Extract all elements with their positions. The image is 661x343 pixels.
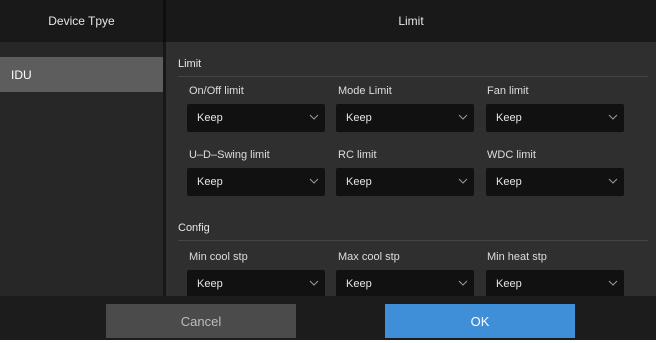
header-bar: Device Tpye Limit [0,0,656,42]
device-type-header: Device Tpye [48,14,115,28]
max-cool-stp-label: Max cool stp [338,251,400,263]
on-off-limit-label: On/Off limit [189,85,244,97]
section-title-config: Config [178,222,210,234]
rc-limit-label: RC limit [338,149,377,161]
chevron-down-icon [608,178,618,184]
settings-panel: Limit On/Off limit Keep Mode Limit Keep … [166,42,656,296]
max-cool-stp-select[interactable]: Keep [336,270,474,296]
limit-config-dialog: Device Tpye Limit IDU Limit On/Off limit… [0,0,656,340]
section-title-limit: Limit [178,58,202,70]
chevron-down-icon [458,178,468,184]
ok-button[interactable]: OK [385,304,575,338]
select-value: Keep [496,176,522,188]
wdc-limit-label: WDC limit [487,149,536,161]
chevron-down-icon [608,114,618,120]
chevron-down-icon [309,280,319,286]
min-cool-stp-select[interactable]: Keep [187,270,325,296]
select-value: Keep [197,278,223,290]
footer-bar: Cancel OK [0,296,656,340]
select-value: Keep [496,278,522,290]
select-value: Keep [496,112,522,124]
min-heat-stp-select[interactable]: Keep [486,270,624,296]
ud-swing-limit-label: U–D–Swing limit [189,149,270,161]
limit-header: Limit [398,14,424,28]
select-value: Keep [346,176,372,188]
chevron-down-icon [458,114,468,120]
mode-limit-label: Mode Limit [338,85,392,97]
select-value: Keep [197,112,223,124]
section-divider [178,76,648,77]
chevron-down-icon [309,114,319,120]
device-type-sidebar: IDU [0,42,163,296]
chevron-down-icon [458,280,468,286]
cancel-button[interactable]: Cancel [106,304,296,338]
min-cool-stp-label: Min cool stp [189,251,248,263]
fan-limit-select[interactable]: Keep [486,104,624,132]
sidebar-item-idu[interactable]: IDU [0,57,163,92]
mode-limit-select[interactable]: Keep [336,104,474,132]
rc-limit-select[interactable]: Keep [336,168,474,196]
chevron-down-icon [608,280,618,286]
fan-limit-label: Fan limit [487,85,529,97]
section-divider [178,240,648,241]
ud-swing-limit-select[interactable]: Keep [187,168,325,196]
select-value: Keep [197,176,223,188]
chevron-down-icon [309,178,319,184]
sidebar-item-label: IDU [11,67,32,82]
select-value: Keep [346,278,372,290]
wdc-limit-select[interactable]: Keep [486,168,624,196]
select-value: Keep [346,112,372,124]
on-off-limit-select[interactable]: Keep [187,104,325,132]
min-heat-stp-label: Min heat stp [487,251,547,263]
